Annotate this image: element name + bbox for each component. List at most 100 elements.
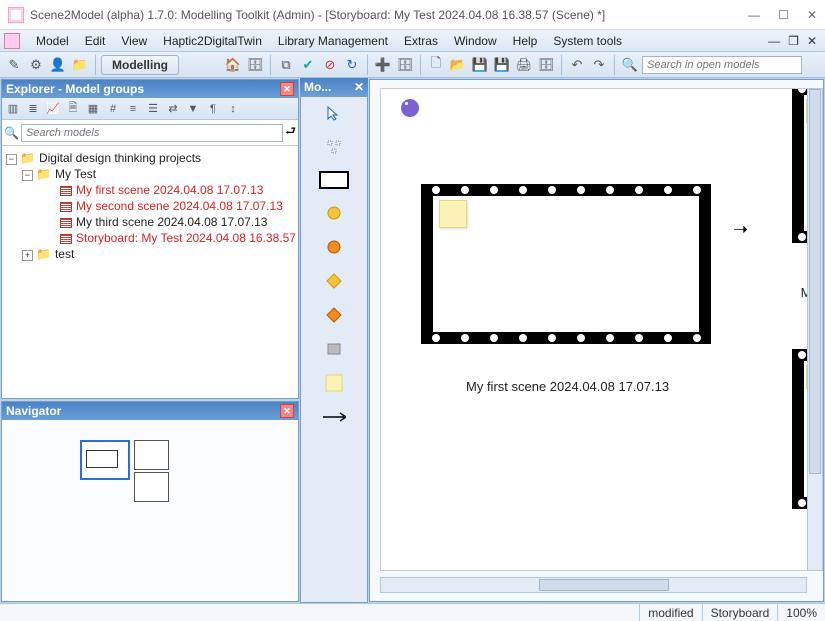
mdi-minimize-button[interactable]: — [768, 34, 780, 48]
search-icon[interactable]: 🔍 [4, 126, 19, 140]
status-zoom[interactable]: 100% [777, 604, 825, 621]
frame-caption: My first scene 2024.04.08 17.07.13 [466, 379, 669, 394]
search-models-input[interactable] [642, 56, 802, 74]
rect-tool[interactable] [319, 171, 349, 189]
arrow-tool[interactable] [322, 407, 346, 427]
navigator-viewport[interactable] [80, 440, 130, 480]
app-menu-icon[interactable] [4, 33, 20, 49]
tree-item[interactable]: Storyboard: My Test 2024.04.08 16.38.57 [76, 231, 296, 245]
orange-circle-tool[interactable] [322, 237, 346, 257]
menu-library[interactable]: Library Management [270, 32, 396, 50]
list-icon[interactable]: ≣ [24, 100, 42, 118]
sticky-note-icon[interactable] [439, 200, 467, 228]
app-icon [8, 7, 24, 23]
expander-icon[interactable]: + [22, 250, 33, 261]
navigator-title: Navigator [6, 404, 61, 418]
print-icon[interactable]: 🖨 [514, 55, 534, 75]
filter-icon[interactable]: ▥ [4, 100, 22, 118]
model-icon [60, 234, 72, 244]
mdi-close-button[interactable]: ✕ [807, 34, 817, 48]
tree-root[interactable]: Digital design thinking projects [39, 151, 201, 165]
menu-window[interactable]: Window [446, 32, 505, 50]
open-icon[interactable]: 📂 [448, 55, 468, 75]
cancel-icon[interactable]: ⊘ [320, 55, 340, 75]
menu-extras[interactable]: Extras [396, 32, 446, 50]
funnel-icon[interactable]: ▼ [184, 100, 202, 118]
binoculars-icon[interactable]: 🔍 [620, 55, 640, 75]
explorer-toolbar: ▥ ≣ 📈 🗎 ▦ # ≡ ☰ ⇄ ▼ ¶ ↕ [2, 98, 298, 120]
tree-item[interactable]: My second scene 2024.04.08 17.07.13 [76, 199, 283, 213]
tree-node-test[interactable]: test [55, 247, 74, 261]
person-icon[interactable]: 👤 [48, 55, 68, 75]
horizontal-scrollbar[interactable] [380, 577, 807, 593]
model-tool-panel: Mo... ✕ [300, 78, 368, 603]
new-doc-icon[interactable]: 🗋 [426, 55, 446, 75]
folder-icon: 📁 [36, 247, 51, 261]
menu-edit[interactable]: Edit [77, 32, 114, 50]
sort-icon[interactable]: ↕ [224, 100, 242, 118]
saveall-icon[interactable]: 💾 [492, 55, 512, 75]
refresh-icon[interactable]: ↻ [342, 55, 362, 75]
pointer-tool[interactable] [322, 103, 346, 123]
yellow-diamond-tool[interactable] [322, 271, 346, 291]
arrows-icon[interactable]: ⇄ [164, 100, 182, 118]
tree-item[interactable]: My first scene 2024.04.08 17.07.13 [76, 183, 263, 197]
plus-icon[interactable]: ➕ [373, 55, 393, 75]
folder-icon[interactable]: 📁 [70, 55, 90, 75]
navigator-close-button[interactable]: ✕ [280, 404, 294, 418]
mode-tag[interactable]: Modelling [101, 55, 179, 75]
storyboard-frame-1[interactable] [421, 184, 711, 344]
hash-icon[interactable]: # [104, 100, 122, 118]
expander-icon[interactable]: − [22, 170, 33, 181]
model-tree[interactable]: −📁Digital design thinking projects −📁My … [2, 146, 298, 266]
undo-icon[interactable]: ↶ [567, 55, 587, 75]
gray-square-tool[interactable] [322, 339, 346, 359]
model-icon [60, 186, 72, 196]
explorer-search-input[interactable] [21, 124, 283, 142]
navigator-canvas[interactable] [2, 420, 298, 601]
menu-view[interactable]: View [113, 32, 155, 50]
db-icon[interactable]: 🗄 [245, 55, 265, 75]
align-tool[interactable] [322, 137, 346, 157]
home-icon[interactable]: 🏠 [223, 55, 243, 75]
orange-diamond-tool[interactable] [322, 305, 346, 325]
check-icon[interactable]: ✔ [298, 55, 318, 75]
menu-help[interactable]: Help [505, 32, 546, 50]
save-icon[interactable]: 💾 [470, 55, 490, 75]
menu-system-tools[interactable]: System tools [545, 32, 630, 50]
model-icon [60, 218, 72, 228]
expander-icon[interactable]: − [6, 154, 17, 165]
canvas-area[interactable]: My first scene 2024.04.08 17.07.13 ➝ My [369, 79, 824, 602]
menu-haptic[interactable]: Haptic2DigitalTwin [155, 32, 270, 50]
db3-icon[interactable]: 🗄 [536, 55, 556, 75]
explorer-close-button[interactable]: ✕ [280, 82, 294, 96]
menu-model[interactable]: Model [28, 32, 77, 50]
db2-icon[interactable]: 🗄 [395, 55, 415, 75]
toolbar: ✎ ⚙ 👤 📁 Modelling 🏠 🗄 ⧉ ✔ ⊘ ↻ ➕ 🗄 🗋 📂 💾 … [0, 52, 825, 78]
gear-icon[interactable]: ⚙ [26, 55, 46, 75]
type-icon[interactable]: ¶ [204, 100, 222, 118]
navigator-panel: Navigator ✕ [1, 401, 299, 602]
maximize-button[interactable]: ☐ [778, 8, 789, 22]
minimize-button[interactable]: — [748, 8, 760, 22]
yellow-circle-tool[interactable] [322, 203, 346, 223]
pen-icon[interactable]: ✎ [4, 55, 24, 75]
close-button[interactable]: ✕ [807, 8, 817, 22]
model-tool-close-button[interactable]: ✕ [354, 80, 364, 94]
chart-icon[interactable]: 📈 [44, 100, 62, 118]
explorer-title: Explorer - Model groups [6, 82, 144, 96]
cascade-icon[interactable]: ⧉ [276, 55, 296, 75]
redo-icon[interactable]: ↷ [589, 55, 609, 75]
model-tool-title: Mo... [304, 80, 331, 94]
tree-node-mytest[interactable]: My Test [55, 167, 96, 181]
stack-icon[interactable]: ☰ [144, 100, 162, 118]
vertical-scrollbar[interactable] [807, 88, 823, 571]
doc-icon[interactable]: 🗎 [64, 100, 82, 118]
tree-item[interactable]: My third scene 2024.04.08 17.07.13 [76, 215, 267, 229]
search-go-icon[interactable]: ⮐ [285, 122, 296, 143]
layers-icon[interactable]: ≡ [124, 100, 142, 118]
grid-icon[interactable]: ▦ [84, 100, 102, 118]
note-tool[interactable] [322, 373, 346, 393]
connector-arrow-icon[interactable]: ➝ [733, 219, 748, 240]
mdi-restore-button[interactable]: ❐ [788, 34, 799, 48]
